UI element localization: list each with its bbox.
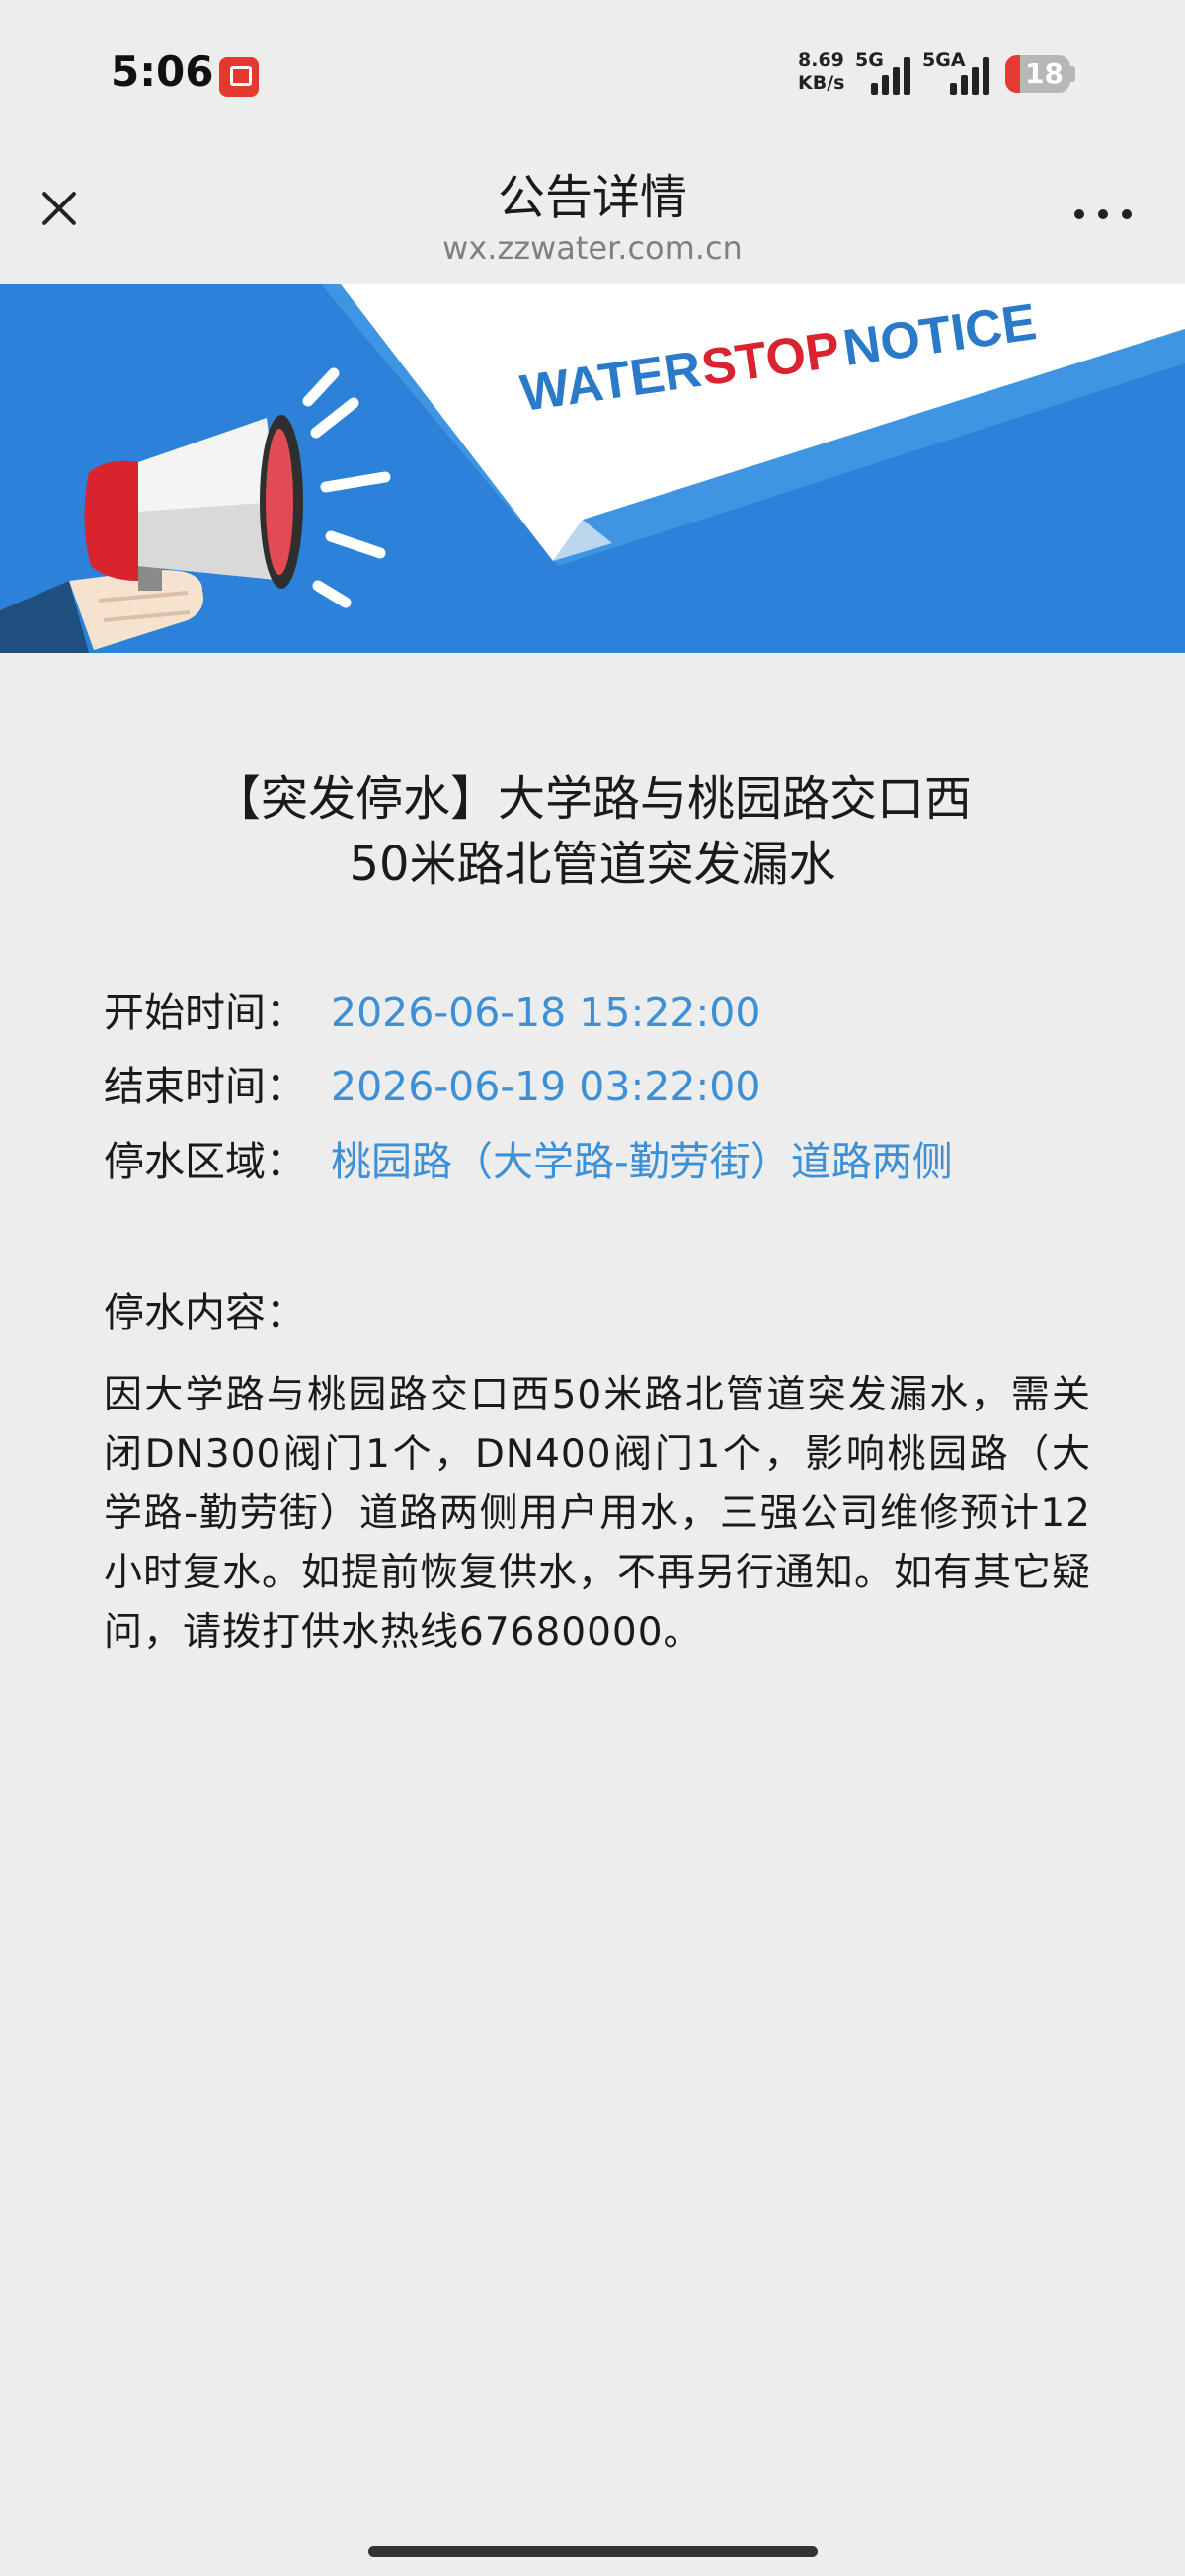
nav-bar: 公告详情 wx.zzwater.com.cn <box>0 148 1185 284</box>
banner-illustration: WATER STOP NOTICE <box>0 284 1185 653</box>
content-heading: 停水内容： <box>104 1289 306 1336</box>
network-speed: 8.69 KB/s <box>798 49 844 95</box>
battery-level: 18 <box>1025 57 1064 90</box>
area-value: 桃园路（大学路-勤劳街）道路两侧 <box>331 1138 953 1185</box>
article-title: 【突发停水】大学路与桃园路交口西 50米路北管道突发漏水 <box>99 766 1086 897</box>
info-row-end: 结束时间： 2026-06-19 03:22:00 <box>104 1053 760 1112</box>
start-time-value: 2026-06-18 15:22:00 <box>331 989 761 1036</box>
network-speed-value: 8.69 <box>798 49 844 71</box>
battery-tip <box>1070 66 1075 82</box>
end-time-value: 2026-06-19 03:22:00 <box>331 1063 761 1110</box>
network-speed-unit: KB/s <box>798 72 845 94</box>
article-title-line-2: 50米路北管道突发漏水 <box>349 837 836 892</box>
article-title-line-1: 【突发停水】大学路与桃园路交口西 <box>212 771 972 827</box>
home-indicator[interactable] <box>368 2546 818 2557</box>
start-time-label: 开始时间： <box>104 989 306 1036</box>
info-row-area: 停水区域： 桃园路（大学路-勤劳街）道路两侧 <box>104 1128 953 1187</box>
status-bar: 5:06 8.69 KB/s 5G 5GA 18 <box>0 0 1185 148</box>
signal-strength-icon-1 <box>871 53 918 95</box>
battery-fill <box>1005 55 1020 93</box>
signal-strength-icon-2 <box>950 53 997 95</box>
ribbon <box>341 284 1185 561</box>
page-title: 公告详情 <box>497 170 687 225</box>
area-label: 停水区域： <box>104 1138 306 1185</box>
page-url: wx.zzwater.com.cn <box>442 229 743 267</box>
end-time-label: 结束时间： <box>104 1063 306 1110</box>
status-time: 5:06 <box>111 47 214 96</box>
notice-banner: WATER STOP NOTICE <box>0 284 1185 653</box>
megaphone-icon <box>0 367 391 653</box>
info-row-start: 开始时间： 2026-06-18 15:22:00 <box>104 979 760 1038</box>
battery-icon: 18 <box>1005 55 1070 93</box>
app-notification-icon <box>219 57 259 97</box>
content-body: 因大学路与桃园路交口西50米路北管道突发漏水，需关闭DN300阀门1个，DN40… <box>104 1373 1092 1654</box>
more-icon[interactable] <box>1074 200 1132 229</box>
